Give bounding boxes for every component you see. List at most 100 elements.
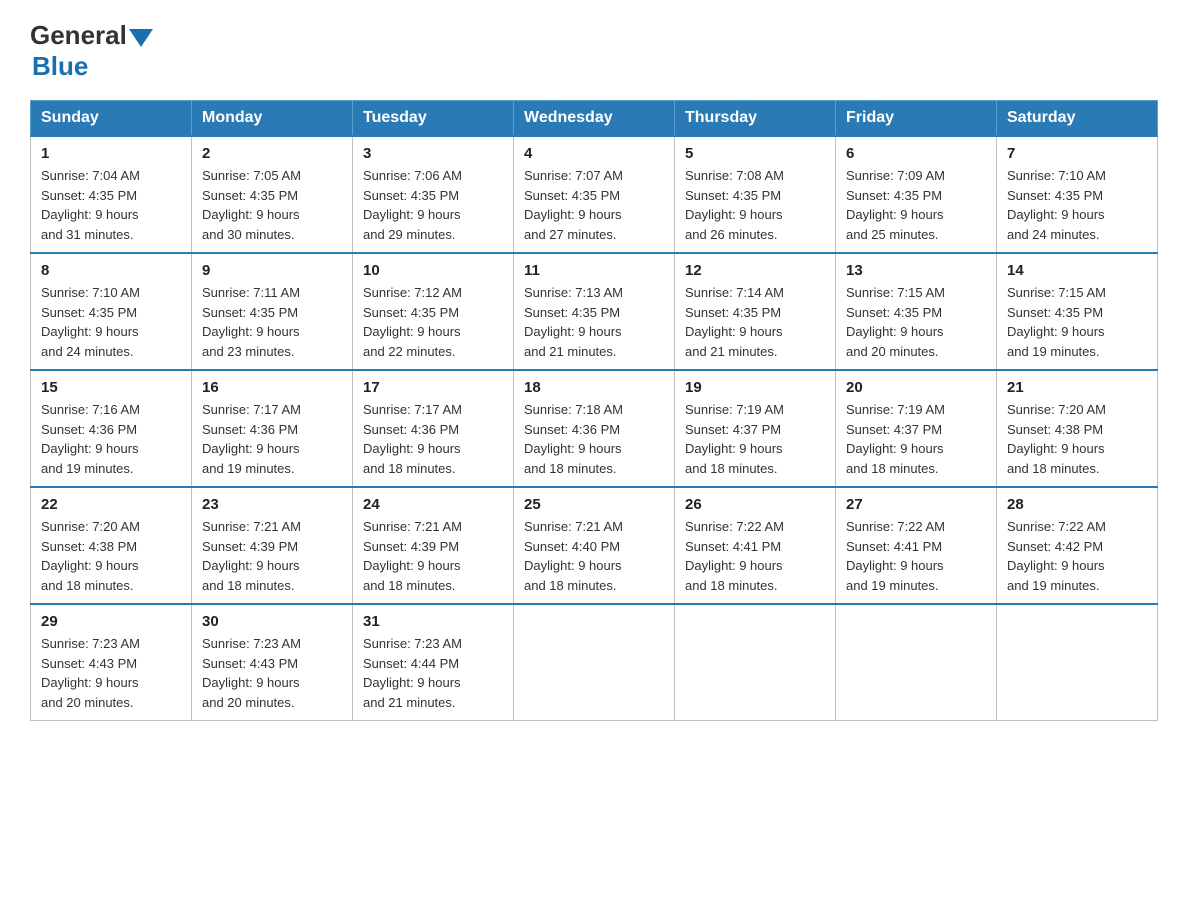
day-info: Sunrise: 7:21 AMSunset: 4:39 PMDaylight:… [363,517,503,595]
header: General Blue [30,20,1158,82]
calendar-cell: 19Sunrise: 7:19 AMSunset: 4:37 PMDayligh… [675,370,836,487]
calendar-cell: 6 Sunrise: 7:09 AMSunset: 4:35 PMDaylight… [836,136,997,253]
day-info: Sunrise: 7:08 AMSunset: 4:35 PMDaylight:… [685,166,825,244]
logo: General Blue [30,20,155,82]
day-number: 6 [846,145,986,162]
calendar-cell: 8 Sunrise: 7:10 AMSunset: 4:35 PMDaylight… [31,253,192,370]
calendar-table: SundayMondayTuesdayWednesdayThursdayFrid… [30,100,1158,721]
day-info: Sunrise: 7:23 AMSunset: 4:44 PMDaylight:… [363,634,503,712]
day-info: Sunrise: 7:10 AMSunset: 4:35 PMDaylight:… [41,283,181,361]
day-number: 2 [202,145,342,162]
day-info: Sunrise: 7:10 AMSunset: 4:35 PMDaylight:… [1007,166,1147,244]
logo-general: General [30,20,127,51]
calendar-cell [514,604,675,721]
calendar-cell: 4 Sunrise: 7:07 AMSunset: 4:35 PMDaylight… [514,136,675,253]
day-number: 26 [685,496,825,513]
calendar-cell: 1 Sunrise: 7:04 AMSunset: 4:35 PMDaylight… [31,136,192,253]
day-number: 20 [846,379,986,396]
day-info: Sunrise: 7:23 AMSunset: 4:43 PMDaylight:… [202,634,342,712]
calendar-cell: 9Sunrise: 7:11 AMSunset: 4:35 PMDaylight… [192,253,353,370]
weekday-header-sunday: Sunday [31,101,192,137]
day-number: 27 [846,496,986,513]
calendar-cell: 13Sunrise: 7:15 AMSunset: 4:35 PMDayligh… [836,253,997,370]
day-number: 3 [363,145,503,162]
day-number: 4 [524,145,664,162]
day-info: Sunrise: 7:14 AMSunset: 4:35 PMDaylight:… [685,283,825,361]
day-number: 23 [202,496,342,513]
day-info: Sunrise: 7:17 AMSunset: 4:36 PMDaylight:… [363,400,503,478]
calendar-cell [675,604,836,721]
day-number: 25 [524,496,664,513]
calendar-cell: 14Sunrise: 7:15 AMSunset: 4:35 PMDayligh… [997,253,1158,370]
day-number: 5 [685,145,825,162]
calendar-cell: 22 Sunrise: 7:20 AMSunset: 4:38 PMDayligh… [31,487,192,604]
day-info: Sunrise: 7:19 AMSunset: 4:37 PMDaylight:… [685,400,825,478]
day-number: 7 [1007,145,1147,162]
logo-blue: Blue [32,51,88,81]
calendar-body: 1 Sunrise: 7:04 AMSunset: 4:35 PMDaylight… [31,136,1158,721]
day-info: Sunrise: 7:05 AMSunset: 4:35 PMDaylight:… [202,166,342,244]
calendar-week-row: 1 Sunrise: 7:04 AMSunset: 4:35 PMDaylight… [31,136,1158,253]
day-info: Sunrise: 7:15 AMSunset: 4:35 PMDaylight:… [846,283,986,361]
day-number: 17 [363,379,503,396]
calendar-cell: 17 Sunrise: 7:17 AMSunset: 4:36 PMDayligh… [353,370,514,487]
weekday-header-row: SundayMondayTuesdayWednesdayThursdayFrid… [31,101,1158,137]
calendar-week-row: 22 Sunrise: 7:20 AMSunset: 4:38 PMDayligh… [31,487,1158,604]
calendar-cell: 26Sunrise: 7:22 AMSunset: 4:41 PMDayligh… [675,487,836,604]
day-number: 1 [41,145,181,162]
calendar-cell [836,604,997,721]
calendar-cell: 29 Sunrise: 7:23 AMSunset: 4:43 PMDayligh… [31,604,192,721]
day-info: Sunrise: 7:13 AMSunset: 4:35 PMDaylight:… [524,283,664,361]
day-info: Sunrise: 7:16 AMSunset: 4:36 PMDaylight:… [41,400,181,478]
day-number: 8 [41,262,181,279]
day-number: 28 [1007,496,1147,513]
day-info: Sunrise: 7:11 AMSunset: 4:35 PMDaylight:… [202,283,342,361]
day-info: Sunrise: 7:20 AMSunset: 4:38 PMDaylight:… [41,517,181,595]
calendar-cell: 24Sunrise: 7:21 AMSunset: 4:39 PMDayligh… [353,487,514,604]
day-number: 29 [41,613,181,630]
calendar-cell: 16Sunrise: 7:17 AMSunset: 4:36 PMDayligh… [192,370,353,487]
day-number: 31 [363,613,503,630]
calendar-cell: 23 Sunrise: 7:21 AMSunset: 4:39 PMDayligh… [192,487,353,604]
day-info: Sunrise: 7:22 AMSunset: 4:41 PMDaylight:… [846,517,986,595]
calendar-cell: 2 Sunrise: 7:05 AMSunset: 4:35 PMDaylight… [192,136,353,253]
calendar-cell: 3 Sunrise: 7:06 AMSunset: 4:35 PMDaylight… [353,136,514,253]
day-info: Sunrise: 7:23 AMSunset: 4:43 PMDaylight:… [41,634,181,712]
logo-triangle-icon [129,29,153,47]
weekday-header-tuesday: Tuesday [353,101,514,137]
day-number: 21 [1007,379,1147,396]
day-number: 16 [202,379,342,396]
calendar-cell: 21Sunrise: 7:20 AMSunset: 4:38 PMDayligh… [997,370,1158,487]
day-info: Sunrise: 7:04 AMSunset: 4:35 PMDaylight:… [41,166,181,244]
calendar-week-row: 8 Sunrise: 7:10 AMSunset: 4:35 PMDaylight… [31,253,1158,370]
day-info: Sunrise: 7:12 AMSunset: 4:35 PMDaylight:… [363,283,503,361]
calendar-cell: 31 Sunrise: 7:23 AMSunset: 4:44 PMDayligh… [353,604,514,721]
calendar-cell: 25 Sunrise: 7:21 AMSunset: 4:40 PMDayligh… [514,487,675,604]
weekday-header-thursday: Thursday [675,101,836,137]
day-number: 15 [41,379,181,396]
weekday-header-saturday: Saturday [997,101,1158,137]
day-info: Sunrise: 7:06 AMSunset: 4:35 PMDaylight:… [363,166,503,244]
calendar-cell: 27 Sunrise: 7:22 AMSunset: 4:41 PMDayligh… [836,487,997,604]
day-number: 22 [41,496,181,513]
weekday-header-monday: Monday [192,101,353,137]
day-info: Sunrise: 7:21 AMSunset: 4:40 PMDaylight:… [524,517,664,595]
day-info: Sunrise: 7:09 AMSunset: 4:35 PMDaylight:… [846,166,986,244]
day-number: 30 [202,613,342,630]
calendar-cell: 20 Sunrise: 7:19 AMSunset: 4:37 PMDayligh… [836,370,997,487]
calendar-cell: 30 Sunrise: 7:23 AMSunset: 4:43 PMDayligh… [192,604,353,721]
calendar-cell [997,604,1158,721]
day-info: Sunrise: 7:19 AMSunset: 4:37 PMDaylight:… [846,400,986,478]
weekday-header-wednesday: Wednesday [514,101,675,137]
calendar-cell: 18Sunrise: 7:18 AMSunset: 4:36 PMDayligh… [514,370,675,487]
calendar-header: SundayMondayTuesdayWednesdayThursdayFrid… [31,101,1158,137]
day-info: Sunrise: 7:22 AMSunset: 4:42 PMDaylight:… [1007,517,1147,595]
day-info: Sunrise: 7:07 AMSunset: 4:35 PMDaylight:… [524,166,664,244]
calendar-cell: 10Sunrise: 7:12 AMSunset: 4:35 PMDayligh… [353,253,514,370]
weekday-header-friday: Friday [836,101,997,137]
day-info: Sunrise: 7:15 AMSunset: 4:35 PMDaylight:… [1007,283,1147,361]
day-info: Sunrise: 7:21 AMSunset: 4:39 PMDaylight:… [202,517,342,595]
calendar-week-row: 29 Sunrise: 7:23 AMSunset: 4:43 PMDayligh… [31,604,1158,721]
calendar-cell: 11Sunrise: 7:13 AMSunset: 4:35 PMDayligh… [514,253,675,370]
day-number: 18 [524,379,664,396]
